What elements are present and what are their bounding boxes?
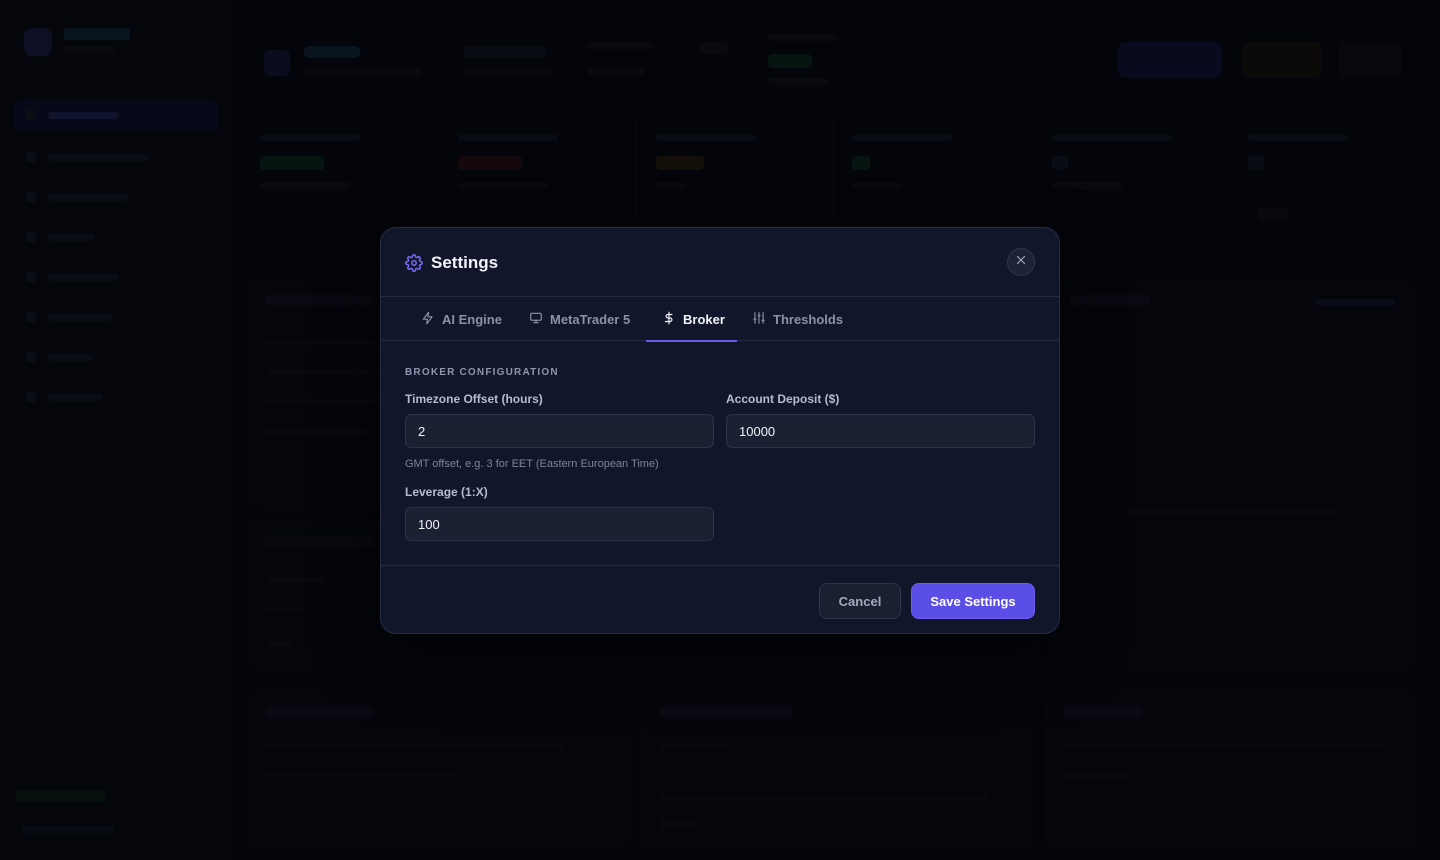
tab-ai-engine[interactable]: AI Engine <box>405 297 523 341</box>
sliders-icon <box>752 311 766 328</box>
save-settings-button[interactable]: Save Settings <box>911 583 1035 619</box>
tab-metatrader-5[interactable]: MetaTrader 5 <box>513 297 647 341</box>
gear-icon <box>405 254 423 272</box>
tab-broker[interactable]: Broker <box>646 297 737 342</box>
close-button[interactable] <box>1007 248 1035 276</box>
modal-title: Settings <box>431 253 499 272</box>
modal-header: Settings <box>381 228 1059 297</box>
lightning-icon <box>421 311 435 328</box>
settings-tabs: AI Engine MetaTrader 5 Broker Thresholds <box>381 297 1059 342</box>
tab-label: Broker <box>683 311 725 327</box>
monitor-icon <box>529 311 543 328</box>
cancel-button[interactable]: Cancel <box>819 583 901 619</box>
timezone-offset-label: Timezone Offset (hours) <box>405 392 543 406</box>
tab-thresholds[interactable]: Thresholds <box>736 297 856 341</box>
tab-label: MetaTrader 5 <box>550 311 631 327</box>
account-deposit-label: Account Deposit ($) <box>726 392 840 406</box>
tab-label: Thresholds <box>773 311 844 327</box>
settings-modal: Settings AI Engine MetaTrader 5 Broker T… <box>380 227 1060 634</box>
section-title: BROKER CONFIGURATION <box>405 367 559 378</box>
timezone-offset-help: GMT offset, e.g. 3 for EET (Eastern Euro… <box>405 458 659 470</box>
close-icon <box>1015 253 1027 271</box>
leverage-input[interactable] <box>405 507 714 541</box>
account-deposit-input[interactable] <box>726 414 1035 448</box>
leverage-label: Leverage (1:X) <box>405 485 488 499</box>
tab-label: AI Engine <box>442 311 502 327</box>
dollar-icon <box>662 311 676 328</box>
modal-footer: Cancel Save Settings <box>381 565 1059 635</box>
timezone-offset-input[interactable] <box>405 414 714 448</box>
